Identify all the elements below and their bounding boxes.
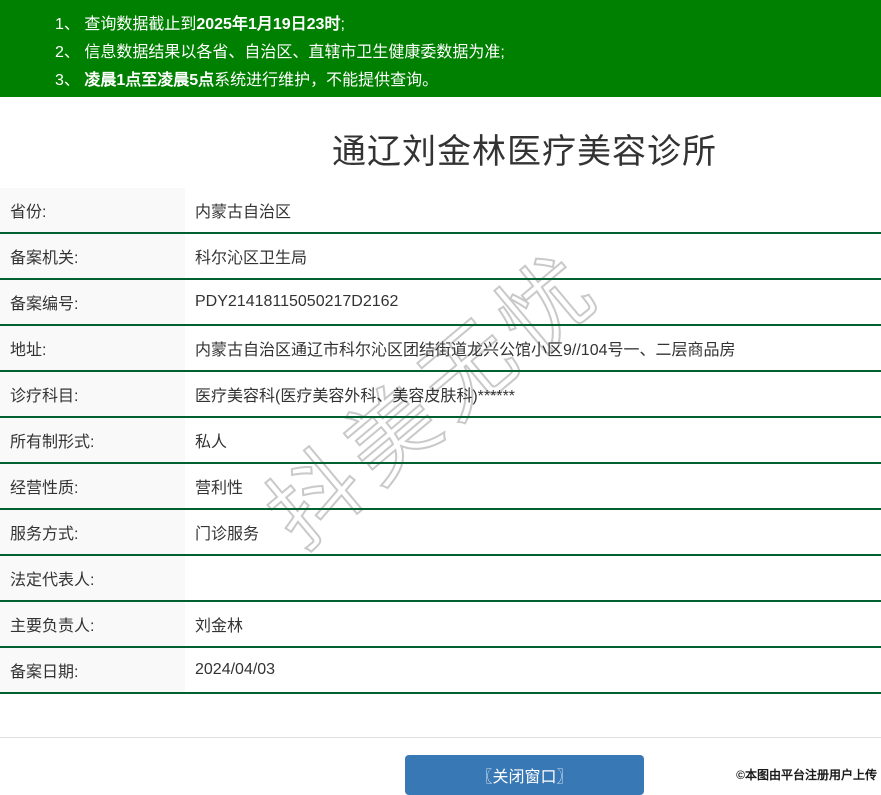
bottom-divider: [0, 737, 881, 738]
field-label: 省份:: [0, 188, 185, 232]
field-label: 诊疗科目:: [0, 372, 185, 416]
notice-text: 2、 信息数据结果以各省、自治区、直辖市卫生健康委数据为准;: [55, 44, 505, 61]
field-label: 备案编号:: [0, 280, 185, 324]
notice-line-3: 3、 凌晨1点至凌晨5点系统进行维护，不能提供查询。: [0, 67, 881, 95]
notice-line-2: 2、 信息数据结果以各省、自治区、直辖市卫生健康委数据为准;: [0, 39, 881, 67]
clinic-info-table: 省份: 内蒙古自治区 备案机关: 科尔沁区卫生局 备案编号: PDY214181…: [0, 188, 881, 694]
field-label: 法定代表人:: [0, 556, 185, 600]
field-label: 备案日期:: [0, 648, 185, 692]
info-row-business-nature: 经营性质: 营利性: [0, 464, 881, 510]
field-value: 2024/04/03: [195, 661, 276, 678]
info-row-principal: 主要负责人: 刘金林: [0, 602, 881, 648]
field-label: 经营性质:: [0, 464, 185, 508]
info-row-service-mode: 服务方式: 门诊服务: [0, 510, 881, 556]
info-row-filing-date: 备案日期: 2024/04/03: [0, 648, 881, 694]
notice-text: 3、: [55, 72, 85, 89]
field-label: 地址:: [0, 326, 185, 370]
field-label: 服务方式:: [0, 510, 185, 554]
field-label: 所有制形式:: [0, 418, 185, 462]
field-value: 内蒙古自治区通辽市科尔沁区团结街道龙兴公馆小区9//104号一、二层商品房: [195, 342, 736, 359]
info-row-filing-number: 备案编号: PDY21418115050217D2162: [0, 280, 881, 326]
notice-banner: 1、 查询数据截止到2025年1月19日23时; 2、 信息数据结果以各省、自治…: [0, 0, 881, 97]
info-row-ownership: 所有制形式: 私人: [0, 418, 881, 464]
field-value: [185, 556, 881, 600]
field-value: PDY21418115050217D2162: [195, 293, 399, 310]
field-value: 营利性: [195, 480, 244, 497]
attribution-note: ©本图由平台注册用户上传: [736, 768, 877, 782]
field-label: 主要负责人:: [0, 602, 185, 646]
field-value: 医疗美容科(医疗美容外科、美容皮肤科)******: [195, 388, 516, 405]
notice-text: 1、 查询数据截止到: [55, 16, 197, 33]
field-label: 备案机关:: [0, 234, 185, 278]
page-title: 通辽刘金林医疗美容诊所: [332, 133, 717, 171]
notice-line-1: 1、 查询数据截止到2025年1月19日23时;: [0, 11, 881, 39]
notice-text: 系统进行维护，不能提供查询。: [214, 72, 439, 89]
info-row-province: 省份: 内蒙古自治区: [0, 188, 881, 234]
field-value: 科尔沁区卫生局: [195, 250, 308, 267]
notice-text: ;: [340, 16, 345, 33]
notice-text-bold: 凌晨1点至凌晨5点: [84, 72, 215, 89]
close-window-button[interactable]: 〖关闭窗口〗: [405, 755, 644, 795]
info-row-departments: 诊疗科目: 医疗美容科(医疗美容外科、美容皮肤科)******: [0, 372, 881, 418]
field-value: 私人: [195, 434, 228, 451]
field-value: 刘金林: [195, 618, 244, 635]
info-row-legal-representative: 法定代表人:: [0, 556, 881, 602]
info-row-address: 地址: 内蒙古自治区通辽市科尔沁区团结街道龙兴公馆小区9//104号一、二层商品…: [0, 326, 881, 372]
notice-text-bold: 2025年1月19日23时: [196, 16, 341, 33]
info-row-filing-authority: 备案机关: 科尔沁区卫生局: [0, 234, 881, 280]
field-value: 门诊服务: [195, 526, 260, 543]
field-value: 内蒙古自治区: [195, 204, 292, 221]
